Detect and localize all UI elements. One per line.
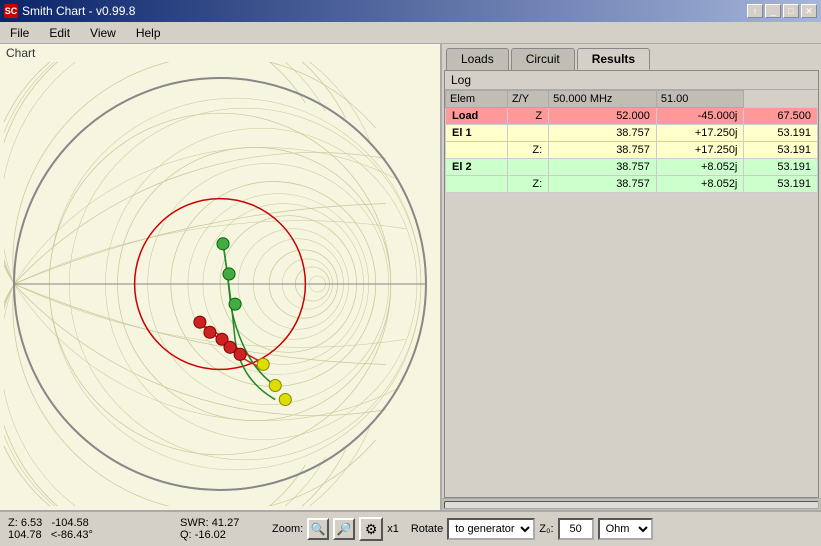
- swr-label: SWR:: [180, 517, 209, 529]
- log-header: Log: [445, 71, 818, 90]
- table-row-load: Load Z 52.000 -45.000j 67.500: [446, 108, 818, 125]
- status-z-info: Z: 6.53 -104.58 104.78 <-86.43°: [8, 517, 168, 541]
- arrow-button[interactable]: ↑: [747, 4, 763, 18]
- table-row-el2: El 2 38.757 +8.052j 53.191: [446, 159, 818, 176]
- swr-val: 41.27: [212, 517, 240, 529]
- table-row-el1: El 1 38.757 +17.250j 53.191: [446, 125, 818, 142]
- tab-circuit[interactable]: Circuit: [511, 48, 575, 70]
- el1-elem: El 1: [446, 125, 508, 142]
- status-swr-info: SWR: 41.27 Q: -16.02: [180, 517, 260, 541]
- title-bar-buttons[interactable]: ↑ _ □ ✕: [747, 4, 817, 18]
- el1z-zy: Z:: [507, 142, 548, 159]
- load-val3: 67.500: [744, 108, 818, 125]
- col-freq2: 51.00: [656, 91, 744, 108]
- close-button[interactable]: ✕: [801, 4, 817, 18]
- q-line: Q: -16.02: [180, 529, 260, 541]
- tabs: Loads Circuit Results: [442, 44, 821, 70]
- q-label: Q:: [180, 529, 192, 541]
- z0-label: Z₀:: [539, 523, 553, 535]
- tab-loads[interactable]: Loads: [446, 48, 509, 70]
- load-val2: -45.000j: [656, 108, 744, 125]
- q-val: -16.02: [195, 529, 226, 541]
- rotate-select[interactable]: to generator to load: [447, 518, 535, 540]
- status-z-line1: Z: 6.53 -104.58: [8, 517, 168, 529]
- col-elem: Elem: [446, 91, 508, 108]
- app-icon: SC: [4, 4, 18, 18]
- col-freq: 50.000 MHz: [549, 91, 657, 108]
- zoom-label: Zoom:: [272, 523, 303, 535]
- el2z-elem: [446, 176, 508, 193]
- zoom-control: Zoom: 🔍 🔎 ⚙ x1: [272, 517, 399, 541]
- el1-zy: [507, 125, 548, 142]
- window-title: Smith Chart - v0.99.8: [22, 4, 135, 18]
- zoom-in-button[interactable]: 🔎: [333, 518, 355, 540]
- z-label: Z:: [8, 517, 18, 529]
- scrollbar-area[interactable]: [442, 498, 821, 510]
- settings-button[interactable]: ⚙: [359, 517, 383, 541]
- el1z-val2: +17.250j: [656, 142, 744, 159]
- el2-zy: [507, 159, 548, 176]
- title-bar-left: SC Smith Chart - v0.99.8: [4, 4, 135, 18]
- chart-title: Chart: [0, 44, 440, 62]
- results-table: Elem Z/Y 50.000 MHz 51.00 Load Z 52.000 …: [445, 90, 818, 193]
- scrollbar-track[interactable]: [444, 501, 819, 509]
- el2z-zy: Z:: [507, 176, 548, 193]
- el2-val2: +8.052j: [656, 159, 744, 176]
- el2-val1: 38.757: [549, 159, 657, 176]
- load-zy: Z: [507, 108, 548, 125]
- el1-val1: 38.757: [549, 125, 657, 142]
- menu-edit[interactable]: Edit: [43, 24, 76, 42]
- minimize-button[interactable]: _: [765, 4, 781, 18]
- right-panel: Loads Circuit Results Log Elem Z/Y 50.00…: [442, 44, 821, 510]
- title-bar: SC Smith Chart - v0.99.8 ↑ _ □ ✕: [0, 0, 821, 22]
- table-row-el2z: Z: 38.757 +8.052j 53.191: [446, 176, 818, 193]
- tab-results[interactable]: Results: [577, 48, 650, 70]
- el2-val3: 53.191: [744, 159, 818, 176]
- el2-elem: El 2: [446, 159, 508, 176]
- maximize-button[interactable]: □: [783, 4, 799, 18]
- el1-val2: +17.250j: [656, 125, 744, 142]
- tab-content: Log Elem Z/Y 50.000 MHz 51.00 Load Z: [444, 70, 819, 498]
- z-real: 6.53: [21, 517, 42, 529]
- smith-canvas[interactable]: [4, 62, 436, 506]
- table-row-el1z: Z: 38.757 +17.250j 53.191: [446, 142, 818, 159]
- col-zy: Z/Y: [507, 91, 548, 108]
- menu-view[interactable]: View: [84, 24, 122, 42]
- zoom-val: x1: [387, 523, 399, 535]
- z-imag: -104.58: [51, 517, 88, 529]
- status-z-line2: 104.78 <-86.43°: [8, 529, 168, 541]
- el2z-val3: 53.191: [744, 176, 818, 193]
- rotate-control: Rotate to generator to load Z₀: Ohm: [411, 518, 653, 540]
- zoom-out-button[interactable]: 🔍: [307, 518, 329, 540]
- status-bar: Z: 6.53 -104.58 104.78 <-86.43° SWR: 41.…: [0, 510, 821, 546]
- el1z-val3: 53.191: [744, 142, 818, 159]
- angle-real: 104.78: [8, 529, 42, 541]
- z0-unit-select[interactable]: Ohm: [598, 518, 653, 540]
- el1z-val1: 38.757: [549, 142, 657, 159]
- main-content: Chart: [0, 44, 821, 510]
- z0-input[interactable]: [558, 518, 594, 540]
- angle-imag: <-86.43°: [51, 529, 93, 541]
- swr-line: SWR: 41.27: [180, 517, 260, 529]
- el2z-val2: +8.052j: [656, 176, 744, 193]
- menu-bar: File Edit View Help: [0, 22, 821, 44]
- rotate-label: Rotate: [411, 523, 443, 535]
- menu-file[interactable]: File: [4, 24, 35, 42]
- el1z-elem: [446, 142, 508, 159]
- el1-val3: 53.191: [744, 125, 818, 142]
- load-elem: Load: [446, 108, 508, 125]
- menu-help[interactable]: Help: [130, 24, 167, 42]
- chart-panel: Chart: [0, 44, 442, 510]
- load-val1: 52.000: [549, 108, 657, 125]
- el2z-val1: 38.757: [549, 176, 657, 193]
